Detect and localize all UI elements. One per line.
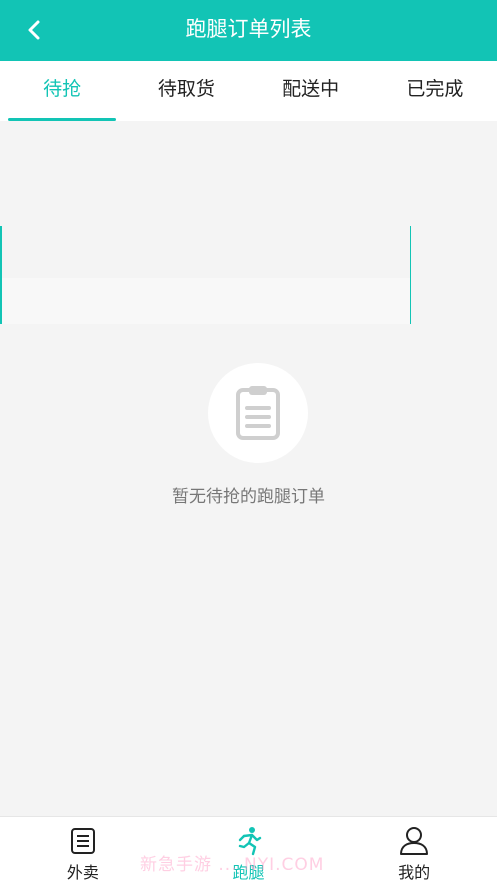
order-status-tabs: 待抢 待取货 配送中 已完成 xyxy=(0,61,497,121)
list-document-icon xyxy=(70,828,95,854)
tab-pending-pickup[interactable]: 待取货 xyxy=(124,61,248,121)
tabbar-item-takeout[interactable]: 外卖 xyxy=(0,817,166,884)
tabbar-label-errand: 跑腿 xyxy=(232,863,265,882)
bottom-tab-bar: 外卖 跑腿 我的 xyxy=(0,816,497,884)
tab-pending-grab[interactable]: 待抢 xyxy=(0,61,124,121)
tabbar-item-errand[interactable]: 跑腿 xyxy=(166,817,332,884)
app-header: 跑腿订单列表 xyxy=(0,0,497,61)
tab-delivering[interactable]: 配送中 xyxy=(249,61,373,121)
user-icon xyxy=(400,827,429,855)
empty-state-message: 暂无待抢的跑腿订单 xyxy=(172,487,325,507)
runner-icon xyxy=(238,827,261,856)
empty-state-icon-circle xyxy=(208,363,308,463)
clipboard-icon xyxy=(236,386,280,440)
page-title: 跑腿订单列表 xyxy=(185,17,312,41)
tabbar-label-mine: 我的 xyxy=(398,863,431,882)
tabbar-label-takeout: 外卖 xyxy=(66,863,99,882)
tabbar-item-mine[interactable]: 我的 xyxy=(331,817,497,884)
tab-completed[interactable]: 已完成 xyxy=(373,61,497,121)
placeholder-card xyxy=(0,226,411,324)
